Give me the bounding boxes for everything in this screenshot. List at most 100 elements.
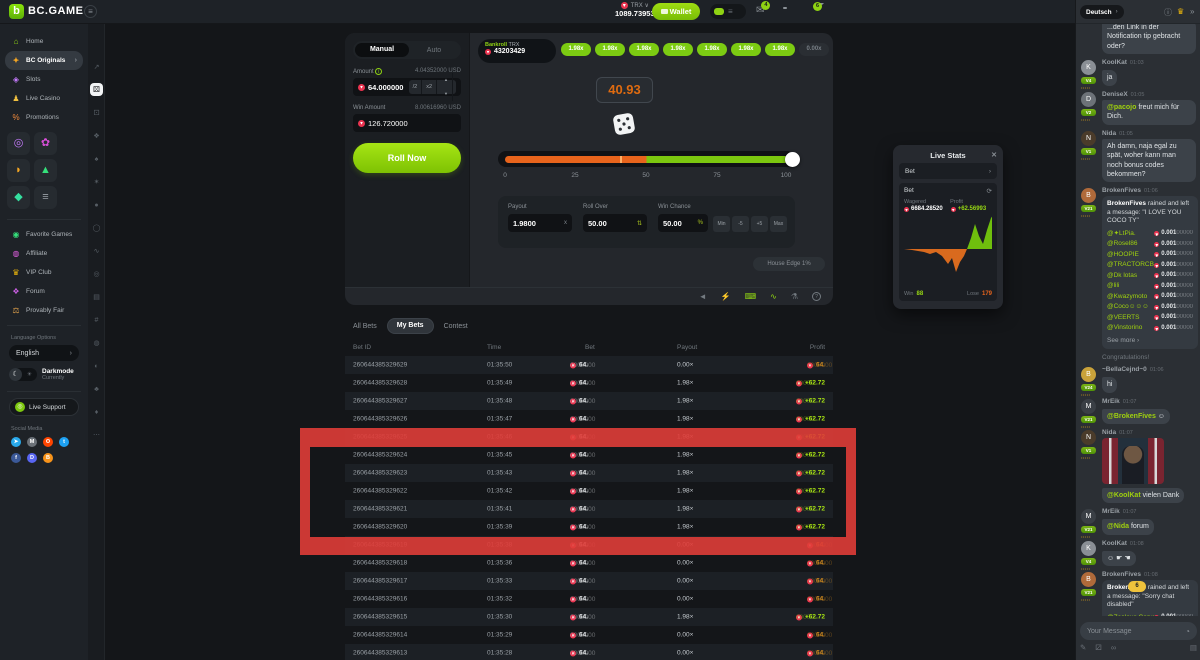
trophy-icon[interactable]: ♛ xyxy=(1177,7,1184,16)
quick-button-max[interactable]: Max xyxy=(770,216,787,232)
mention[interactable]: @pacojo xyxy=(1107,104,1136,111)
table-row[interactable]: 260644385329629 01:35:50 64.0000000 0.00… xyxy=(345,356,833,374)
tab-auto[interactable]: Auto xyxy=(409,47,459,54)
discord-icon[interactable]: D xyxy=(27,453,37,463)
rules-info-icon[interactable]: ⓘ xyxy=(1164,7,1172,18)
table-row[interactable]: 260644385329622 01:35:42 64.0000000 1.98… xyxy=(345,482,833,500)
result-pill[interactable]: 1.98x xyxy=(561,43,591,56)
username[interactable]: KoolKat xyxy=(1102,540,1127,547)
table-row[interactable]: 260644385329623 01:35:43 64.0000000 1.98… xyxy=(345,464,833,482)
help-icon[interactable]: ? xyxy=(812,292,821,301)
avatar[interactable]: B xyxy=(1081,188,1096,203)
game-tower-icon[interactable]: ▤ xyxy=(88,286,105,309)
avatar[interactable]: N xyxy=(1081,430,1096,445)
game-classic-dice-icon[interactable]: ⚀ xyxy=(88,102,105,125)
game-hilo-icon[interactable]: ♠ xyxy=(88,148,105,171)
sidebar-item-provably-fair[interactable]: ⚖ Provably Fair xyxy=(5,301,83,320)
win-amount-input[interactable]: 126.720000 xyxy=(353,114,461,132)
sidebar-item-affiliate[interactable]: ◍ Affiliate xyxy=(5,244,83,263)
game-more-icon[interactable]: ⋯ xyxy=(88,424,105,447)
table-row[interactable]: 260644385329626 01:35:47 64.0000000 1.98… xyxy=(345,410,833,428)
quick-button-min[interactable]: Min xyxy=(713,216,730,232)
dice-shortcut-icon[interactable]: ⚂ xyxy=(1095,643,1102,652)
game-tile-lucky[interactable]: ◗ xyxy=(7,159,30,182)
chat-language-select[interactable]: Deutsch› xyxy=(1080,5,1124,19)
username[interactable]: ~BellaCejnd~0 xyxy=(1102,366,1147,373)
language-select[interactable]: English› xyxy=(9,345,79,361)
sidebar-item-favorite-games[interactable]: ◉ Favorite Games xyxy=(5,225,83,244)
avatar[interactable]: M xyxy=(1081,399,1096,414)
game-limbo-icon[interactable]: ∿ xyxy=(88,240,105,263)
close-icon[interactable]: ✕ xyxy=(991,151,997,159)
slider-handle[interactable] xyxy=(785,152,800,167)
tab-contest[interactable]: Contest xyxy=(444,323,468,330)
tab-manual[interactable]: Manual xyxy=(355,43,409,57)
result-pill[interactable]: 1.98x xyxy=(765,43,795,56)
game-roulette-icon[interactable]: ◍ xyxy=(88,332,105,355)
new-messages-badge[interactable]: 6 xyxy=(1128,581,1146,592)
telegram-icon[interactable]: ➤ xyxy=(11,437,21,447)
game-video-poker-icon[interactable]: ♣ xyxy=(88,378,105,401)
game-twist-icon[interactable]: ❖ xyxy=(88,125,105,148)
recipient-name[interactable]: @Coco☺☺☺ xyxy=(1107,303,1154,311)
username[interactable]: MrEik xyxy=(1102,508,1120,515)
info-icon[interactable]: i xyxy=(375,68,382,75)
game-tile-slots[interactable]: ✿ xyxy=(34,132,57,155)
slider-track[interactable] xyxy=(505,156,788,163)
game-plinko-icon[interactable]: ● xyxy=(88,194,105,217)
result-pill[interactable]: 1.98x xyxy=(663,43,693,56)
recipient-name[interactable]: @HOOPIE xyxy=(1107,251,1154,259)
collapse-chat-icon[interactable]: » xyxy=(1190,7,1194,16)
sidebar-item-home[interactable]: ⌂ Home xyxy=(5,32,83,51)
bankroll-chip[interactable]: Bankroll TRX 43203429 xyxy=(478,39,556,63)
darkmode-toggle[interactable]: ☾☀ xyxy=(9,368,37,381)
balance-display-toggle[interactable]: ≡ xyxy=(710,4,746,19)
sidebar-item-slots[interactable]: ◈ Slots xyxy=(5,70,83,89)
see-more-link[interactable]: See more › xyxy=(1107,337,1193,345)
live-support-button[interactable]: ◎Live Support xyxy=(9,398,79,416)
username[interactable]: KoolKat xyxy=(1102,59,1127,66)
username[interactable]: Nida xyxy=(1102,130,1116,137)
win-chance-input[interactable]: 50.00% xyxy=(658,214,708,232)
table-row[interactable]: 260644385329613 01:35:28 64.0000000 0.00… xyxy=(345,644,833,660)
quick-button--5[interactable]: -5 xyxy=(732,216,749,232)
sidebar-collapse-button[interactable]: ≡ xyxy=(84,5,97,18)
table-row[interactable]: 260644385329619 01:35:38 64.0000000 0.00… xyxy=(345,536,833,554)
roll-slider[interactable] xyxy=(498,151,795,167)
result-pill[interactable]: 1.98x xyxy=(697,43,727,56)
roll-now-button[interactable]: Roll Now xyxy=(353,143,461,173)
tab-my-bets[interactable]: My Bets xyxy=(387,318,434,334)
result-pill[interactable]: 0.00x xyxy=(799,43,829,56)
avatar[interactable]: K xyxy=(1081,541,1096,556)
username[interactable]: MrEik xyxy=(1102,398,1120,405)
recipient-name[interactable]: @Vinstorino xyxy=(1107,324,1154,332)
table-row[interactable]: 260644385329625 01:35:46 64.0000000 1.98… xyxy=(345,428,833,446)
game-tile-rocket[interactable]: ▲ xyxy=(34,159,57,182)
tab-all-bets[interactable]: All Bets xyxy=(353,323,377,330)
turbo-icon[interactable]: ⚡ xyxy=(721,292,731,301)
table-row[interactable]: 260644385329621 01:35:41 64.0000000 1.98… xyxy=(345,500,833,518)
sidebar-item-vip-club[interactable]: ♛ VIP Club xyxy=(5,263,83,282)
table-row[interactable]: 260644385329627 01:35:48 64.0000000 1.98… xyxy=(345,392,833,410)
game-tile-stack[interactable]: ≡ xyxy=(34,186,57,209)
chat-room-icon[interactable]: ▤ xyxy=(1190,643,1197,652)
mention[interactable]: @BrokenFives xyxy=(1107,413,1156,420)
username[interactable]: BrokenFives xyxy=(1102,187,1141,194)
avatar[interactable]: B xyxy=(1081,367,1096,382)
table-row[interactable]: 260644385329614 01:35:29 64.0000000 0.00… xyxy=(345,626,833,644)
medium-icon[interactable]: M xyxy=(27,437,37,447)
mail-icon[interactable]: ✉4 xyxy=(756,5,764,16)
game-tile-gem[interactable]: ◆ xyxy=(7,186,30,209)
amount-input[interactable]: 64.000000 /2 x2 ▲▼ xyxy=(353,78,461,96)
reset-icon[interactable]: ⟳ xyxy=(987,187,992,195)
twitter-icon[interactable]: t xyxy=(59,437,69,447)
logo-icon[interactable]: b xyxy=(9,4,24,19)
recipient-name[interactable]: @Rosel86 xyxy=(1107,240,1154,248)
recipient-name[interactable]: @Zealous Coryd... xyxy=(1107,614,1154,616)
bitcointalk-icon[interactable]: B xyxy=(43,453,53,463)
game-tile-roulette[interactable]: ◎ xyxy=(7,132,30,155)
result-pill[interactable]: 1.98x xyxy=(731,43,761,56)
hotkeys-icon[interactable]: ⌨ xyxy=(745,292,757,301)
result-pill[interactable]: 1.98x xyxy=(629,43,659,56)
double-button[interactable]: x2 xyxy=(422,80,437,94)
